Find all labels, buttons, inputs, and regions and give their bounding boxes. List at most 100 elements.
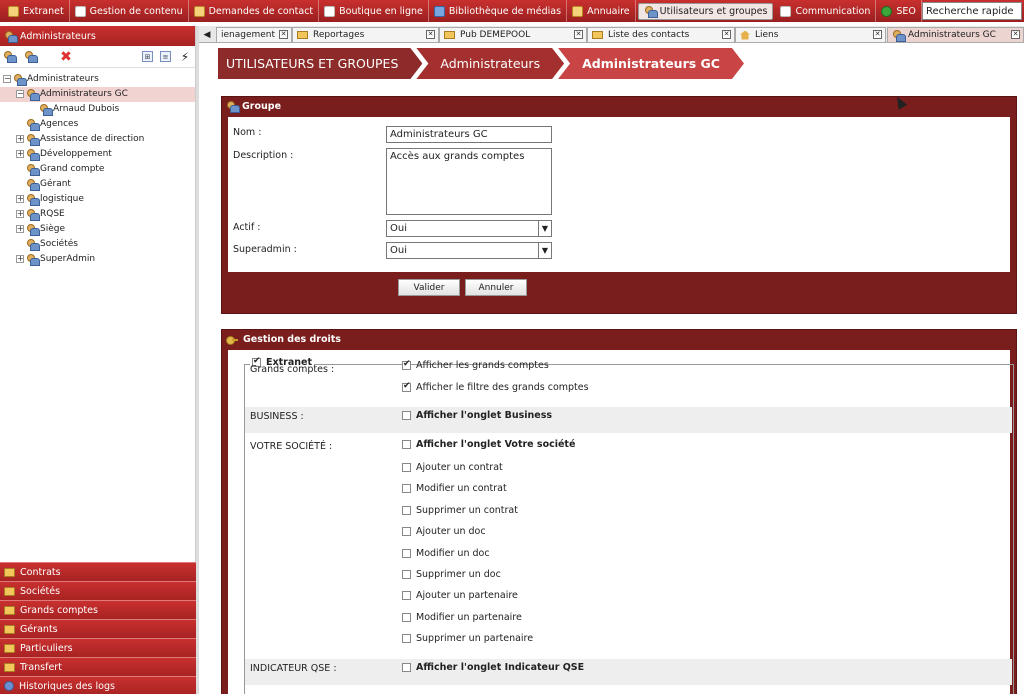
tab-reportages[interactable]: Reportages ✕ [292, 27, 439, 42]
description-field[interactable]: Accès aux grands comptes [386, 148, 552, 215]
breadcrumb-administrateurs[interactable]: Administrateurs [416, 48, 564, 79]
collapse-toggle-icon[interactable]: − [16, 90, 24, 98]
add-group-button[interactable] [3, 50, 17, 64]
permission-checkbox[interactable] [402, 463, 411, 472]
permission-option[interactable]: Ajouter un partenaire [402, 590, 518, 601]
permission-option[interactable]: Supprimer un doc [402, 569, 501, 580]
permission-option[interactable]: Afficher l'onglet Indicateur QSE [402, 662, 584, 673]
superadmin-select[interactable]: Oui ▼ [386, 242, 552, 259]
permission-checkbox[interactable] [402, 440, 411, 449]
tree-node[interactable]: Grand compte [0, 162, 195, 177]
actif-select[interactable]: Oui ▼ [386, 220, 552, 237]
tree-node[interactable]: + logistique [0, 192, 195, 207]
tree-node[interactable]: + RQSE [0, 207, 195, 222]
tree-node[interactable]: − Administrateurs GC [0, 87, 195, 102]
permission-checkbox[interactable] [402, 613, 411, 622]
permission-option[interactable]: Supprimer un contrat [402, 505, 518, 516]
nav-annuaire[interactable]: Annuaire [567, 0, 636, 22]
permission-checkbox[interactable] [402, 549, 411, 558]
permission-option[interactable]: Modifier un partenaire [402, 612, 522, 623]
nav-bibliotheque[interactable]: Bibliothèque de médias [429, 0, 568, 22]
permission-option[interactable]: Ajouter un contrat [402, 462, 503, 473]
expand-toggle-icon[interactable]: + [16, 150, 24, 158]
annuler-button[interactable]: Annuler [465, 279, 527, 296]
permission-checkbox[interactable] [402, 591, 411, 600]
tab-scroll-left-icon[interactable]: ◀ [199, 26, 215, 43]
tree-node[interactable]: Agences [0, 117, 195, 132]
nom-field[interactable] [386, 126, 552, 143]
permission-option[interactable]: Supprimer un partenaire [402, 633, 533, 644]
permission-option[interactable]: Modifier un doc [402, 548, 490, 559]
quick-search-input[interactable] [922, 2, 1022, 20]
nav-utilisateurs-groupes[interactable]: Utilisateurs et groupes [637, 2, 774, 20]
nav-label: Extranet [23, 5, 64, 17]
expand-toggle-icon[interactable]: + [16, 195, 24, 203]
tree-node[interactable]: − Administrateurs [0, 72, 195, 87]
tab-liens[interactable]: Liens ✕ [735, 27, 886, 42]
tree-node[interactable]: Gérant [0, 177, 195, 192]
user-icon [39, 104, 53, 116]
collapse-toggle-icon[interactable]: − [3, 75, 11, 83]
permission-option[interactable]: Afficher l'onglet Votre société [402, 439, 575, 450]
close-icon[interactable]: ✕ [426, 30, 435, 39]
expand-toggle-icon[interactable]: + [16, 225, 24, 233]
tree-node[interactable]: + SuperAdmin [0, 252, 195, 267]
accordion-grands-comptes[interactable]: Grands comptes [0, 600, 196, 619]
accordion-gerants[interactable]: Gérants [0, 619, 196, 638]
expand-all-icon[interactable]: ⊞ [142, 51, 153, 62]
tree-node[interactable]: Arnaud Dubois [0, 102, 195, 117]
accordion-transfert[interactable]: Transfert [0, 657, 196, 676]
tab-amenagement[interactable]: ienagement ✕ [216, 27, 292, 42]
accordion-historiques[interactable]: Historiques des logs [0, 676, 196, 694]
breadcrumb-utilisateurs-groupes[interactable]: UTILISATEURS ET GROUPES [218, 48, 422, 79]
nav-gestion-contenu[interactable]: Gestion de contenu [70, 0, 189, 22]
nav-boutique[interactable]: Boutique en ligne [319, 0, 429, 22]
close-icon[interactable]: ✕ [722, 30, 731, 39]
close-icon[interactable]: ✕ [1011, 30, 1020, 39]
accordion-societes[interactable]: Sociétés [0, 581, 196, 600]
permission-checkbox[interactable] [402, 634, 411, 643]
accordion-label: Particuliers [20, 642, 73, 654]
permission-option[interactable]: Afficher l'onglet Business [402, 410, 552, 421]
sidebar-splitter[interactable] [196, 26, 199, 694]
permission-checkbox[interactable] [402, 527, 411, 536]
nav-seo[interactable]: SEO [876, 0, 922, 22]
tree-node[interactable]: + Siège [0, 222, 195, 237]
tab-pub-demepool[interactable]: Pub DEMEPOOL ✕ [439, 27, 587, 42]
expand-toggle-icon[interactable]: + [16, 135, 24, 143]
close-icon[interactable]: ✕ [279, 30, 288, 39]
permission-checkbox[interactable] [402, 411, 411, 420]
close-icon[interactable]: ✕ [873, 30, 882, 39]
tree-node[interactable]: + Assistance de direction [0, 132, 195, 147]
tab-liste-contacts[interactable]: Liste des contacts ✕ [587, 27, 735, 42]
permission-checkbox[interactable] [402, 570, 411, 579]
nav-communication[interactable]: Communication [775, 0, 877, 22]
permission-option[interactable]: Modifier un contrat [402, 483, 507, 494]
permission-checkbox[interactable] [402, 506, 411, 515]
expand-toggle-icon[interactable]: + [16, 210, 24, 218]
nav-demandes-contact[interactable]: Demandes de contact [189, 0, 320, 22]
permission-checkbox[interactable] [402, 484, 411, 493]
tree-node[interactable]: + Développement [0, 147, 195, 162]
refresh-icon[interactable]: ⚡ [178, 50, 192, 64]
tab-administrateurs-gc[interactable]: Administrateurs GC ✕ [887, 27, 1024, 42]
expand-toggle-icon[interactable]: + [16, 255, 24, 263]
nav-extranet[interactable]: Extranet [3, 0, 70, 22]
group-icon [26, 224, 40, 236]
permission-checkbox[interactable] [402, 359, 411, 370]
add-user-icon [24, 51, 38, 63]
valider-button[interactable]: Valider [398, 279, 460, 296]
tree-node[interactable]: Sociétés [0, 237, 195, 252]
delete-button[interactable]: ✖ [59, 49, 73, 65]
add-user-button[interactable] [24, 50, 38, 64]
permission-option[interactable]: Afficher les grands comptes [402, 359, 549, 371]
close-icon[interactable]: ✕ [574, 30, 583, 39]
accordion-contrats[interactable]: Contrats [0, 562, 196, 581]
permission-checkbox[interactable] [402, 663, 411, 672]
superadmin-value: Oui [390, 245, 407, 256]
collapse-all-icon[interactable]: ≡ [160, 51, 171, 62]
permission-option[interactable]: Afficher le filtre des grands comptes [402, 381, 589, 393]
permission-option[interactable]: Ajouter un doc [402, 526, 486, 537]
permission-checkbox[interactable] [402, 381, 411, 392]
accordion-particuliers[interactable]: Particuliers [0, 638, 196, 657]
